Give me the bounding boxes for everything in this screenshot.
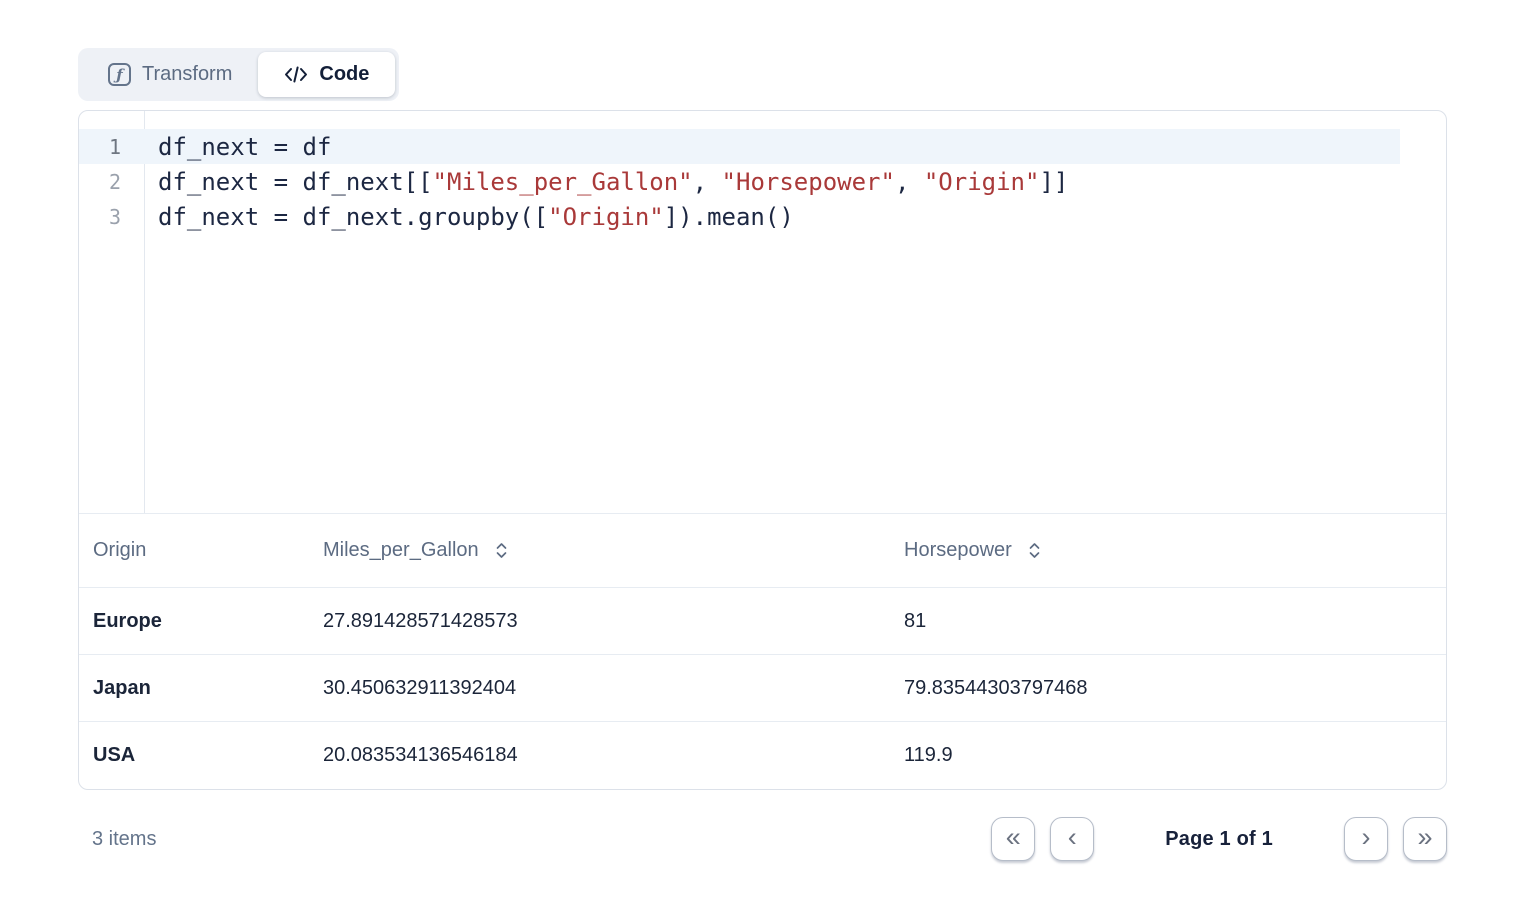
column-header-miles_per_gallon[interactable]: Miles_per_Gallon bbox=[309, 539, 890, 562]
pagination: « ‹ Page 1 of 1 › » bbox=[991, 817, 1447, 861]
code-token: , bbox=[693, 168, 722, 196]
code-text: df_next = df_next.groupby(["Origin"]).me… bbox=[158, 203, 794, 231]
column-header-label: Miles_per_Gallon bbox=[323, 539, 479, 562]
sort-icon[interactable] bbox=[494, 540, 509, 561]
code-editor[interactable]: 1 df_next = df 2 df_next = df_next[["Miles_… bbox=[79, 111, 1446, 514]
line-number: 3 bbox=[79, 205, 144, 229]
cell-horsepower: 79.83544303797468 bbox=[890, 677, 1446, 700]
tab-code-label: Code bbox=[319, 63, 369, 86]
cell-miles-per-gallon: 20.083534136546184 bbox=[309, 744, 890, 767]
code-token: df_next = df bbox=[158, 133, 331, 161]
line-number: 1 bbox=[79, 135, 144, 159]
cell-origin: Europe bbox=[79, 610, 309, 633]
view-mode-toggle: ƒ Transform Code bbox=[78, 48, 399, 101]
cell-miles-per-gallon: 27.891428571428573 bbox=[309, 610, 890, 633]
code-line[interactable]: 3 df_next = df_next.groupby(["Origin"]).m… bbox=[79, 199, 1400, 234]
tab-code[interactable]: Code bbox=[258, 52, 395, 97]
last-page-button[interactable]: » bbox=[1403, 817, 1447, 861]
column-header-label: Origin bbox=[93, 539, 146, 562]
prev-page-button[interactable]: ‹ bbox=[1050, 817, 1094, 861]
cell-miles-per-gallon: 30.450632911392404 bbox=[309, 677, 890, 700]
cell-container: 1 df_next = df 2 df_next = df_next[["Miles_… bbox=[78, 110, 1447, 790]
double-chevron-right-icon: » bbox=[1417, 824, 1432, 851]
column-header-origin: Origin bbox=[79, 539, 309, 562]
first-page-button[interactable]: « bbox=[991, 817, 1035, 861]
string-token: "Miles_per_Gallon" bbox=[433, 168, 693, 196]
page-indicator: Page 1 of 1 bbox=[1165, 828, 1273, 851]
code-token: ]] bbox=[1039, 168, 1068, 196]
code-token: , bbox=[895, 168, 924, 196]
function-icon: ƒ bbox=[108, 63, 131, 86]
string-token: "Horsepower" bbox=[722, 168, 895, 196]
string-token: "Origin" bbox=[548, 203, 664, 231]
tab-transform-label: Transform bbox=[142, 63, 232, 86]
table-header-row: Origin Miles_per_Gallon Horsepower bbox=[79, 514, 1446, 588]
code-line[interactable]: 2 df_next = df_next[["Miles_per_Gallon", … bbox=[79, 164, 1400, 199]
next-page-button[interactable]: › bbox=[1344, 817, 1388, 861]
column-header-horsepower[interactable]: Horsepower bbox=[890, 539, 1446, 562]
table-footer: 3 items « ‹ Page 1 of 1 › » bbox=[78, 806, 1447, 872]
column-header-label: Horsepower bbox=[904, 539, 1012, 562]
code-token: df_next = df_next.groupby([ bbox=[158, 203, 548, 231]
code-text: df_next = df bbox=[158, 133, 331, 161]
code-lines: 1 df_next = df 2 df_next = df_next[["Miles_… bbox=[79, 129, 1446, 234]
table-row: USA20.083534136546184119.9 bbox=[79, 722, 1446, 789]
table-row: Europe27.89142857142857381 bbox=[79, 588, 1446, 655]
cell-origin: Japan bbox=[79, 677, 309, 700]
code-icon bbox=[284, 65, 308, 84]
items-count: 3 items bbox=[92, 828, 156, 851]
sort-icon[interactable] bbox=[1027, 540, 1042, 561]
result-table: Origin Miles_per_Gallon Horsepower Europe… bbox=[79, 514, 1446, 789]
chevron-right-icon: › bbox=[1362, 824, 1371, 851]
table-body: Europe27.89142857142857381Japan30.450632… bbox=[79, 588, 1446, 789]
string-token: "Origin" bbox=[924, 168, 1040, 196]
tab-transform[interactable]: ƒ Transform bbox=[82, 52, 258, 97]
cell-origin: USA bbox=[79, 744, 309, 767]
cell-horsepower: 119.9 bbox=[890, 744, 1446, 767]
code-token: ]).mean() bbox=[664, 203, 794, 231]
table-row: Japan30.45063291139240479.83544303797468 bbox=[79, 655, 1446, 722]
code-line[interactable]: 1 df_next = df bbox=[79, 129, 1400, 164]
chevron-left-icon: ‹ bbox=[1068, 824, 1077, 851]
double-chevron-left-icon: « bbox=[1006, 824, 1021, 851]
line-number: 2 bbox=[79, 170, 144, 194]
page: ƒ Transform Code 1 df_next = df 2 df_next =… bbox=[0, 0, 1516, 872]
code-text: df_next = df_next[["Miles_per_Gallon", "… bbox=[158, 168, 1068, 196]
cell-horsepower: 81 bbox=[890, 610, 1446, 633]
code-token: df_next = df_next[[ bbox=[158, 168, 433, 196]
